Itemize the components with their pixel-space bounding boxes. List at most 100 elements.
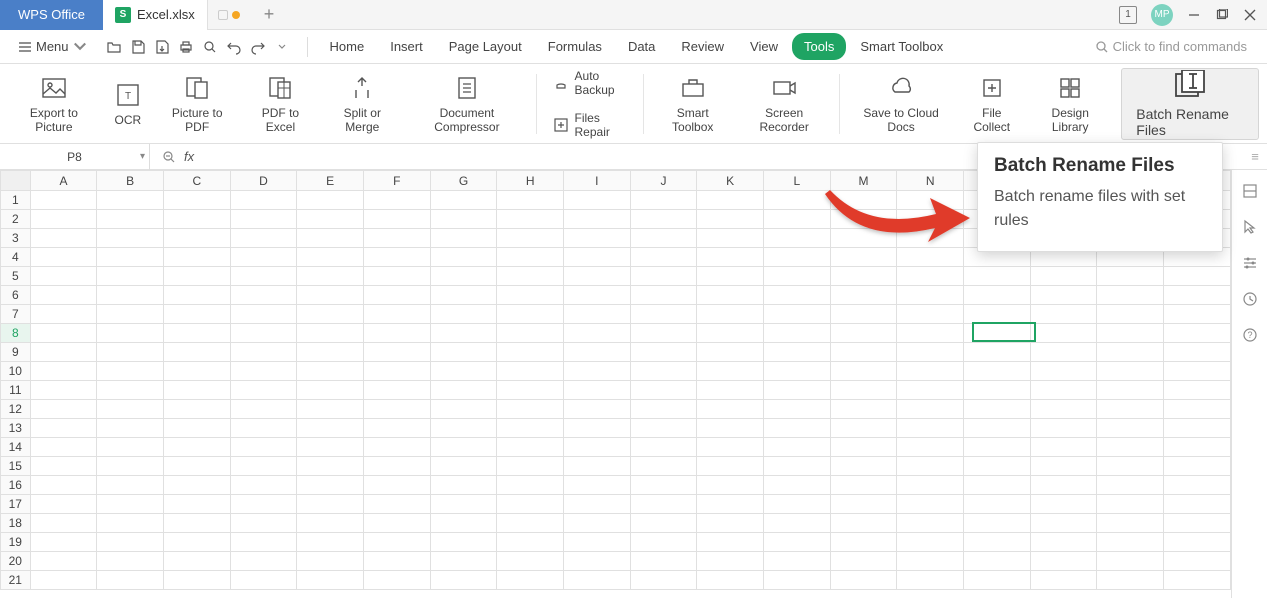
cell[interactable] — [764, 476, 831, 495]
ribbon-tab-smart-toolbox[interactable]: Smart Toolbox — [848, 33, 955, 60]
cell[interactable] — [97, 438, 164, 457]
cell[interactable] — [697, 229, 764, 248]
cell[interactable] — [1164, 476, 1231, 495]
cell[interactable] — [630, 381, 697, 400]
row-header[interactable]: 13 — [1, 419, 31, 438]
cell[interactable] — [1030, 533, 1097, 552]
cell[interactable] — [897, 267, 964, 286]
cell[interactable] — [697, 514, 764, 533]
app-tab[interactable]: WPS Office — [0, 0, 103, 30]
cell[interactable] — [630, 400, 697, 419]
cell[interactable] — [163, 419, 230, 438]
cell[interactable] — [1097, 343, 1164, 362]
history-icon[interactable] — [1241, 290, 1259, 308]
cell[interactable] — [430, 457, 497, 476]
cell[interactable] — [497, 476, 564, 495]
cell[interactable] — [30, 248, 97, 267]
row-header[interactable]: 8 — [1, 324, 31, 343]
cell[interactable] — [697, 267, 764, 286]
cell[interactable] — [1030, 324, 1097, 343]
cell[interactable] — [30, 381, 97, 400]
cell[interactable] — [964, 286, 1031, 305]
cell[interactable] — [163, 438, 230, 457]
ribbon-tab-page-layout[interactable]: Page Layout — [437, 33, 534, 60]
row-header[interactable]: 15 — [1, 457, 31, 476]
save-as-icon[interactable] — [153, 38, 171, 56]
ribbon-tab-formulas[interactable]: Formulas — [536, 33, 614, 60]
cell[interactable] — [297, 286, 364, 305]
cell[interactable] — [564, 438, 631, 457]
cell[interactable] — [1030, 457, 1097, 476]
cell[interactable] — [1097, 286, 1164, 305]
cell[interactable] — [564, 552, 631, 571]
row-header[interactable]: 16 — [1, 476, 31, 495]
cell[interactable] — [1164, 267, 1231, 286]
cell[interactable] — [30, 305, 97, 324]
cell[interactable] — [897, 191, 964, 210]
cell[interactable] — [230, 457, 297, 476]
batch-rename-files-button[interactable]: Batch Rename Files — [1121, 68, 1259, 140]
cell[interactable] — [1030, 362, 1097, 381]
cell[interactable] — [363, 191, 430, 210]
cell[interactable] — [564, 362, 631, 381]
cell[interactable] — [163, 457, 230, 476]
select-all-corner[interactable] — [1, 171, 31, 191]
cell[interactable] — [363, 552, 430, 571]
col-header[interactable]: A — [30, 171, 97, 191]
cell[interactable] — [163, 191, 230, 210]
save-icon[interactable] — [129, 38, 147, 56]
command-search[interactable]: Click to find commands — [1085, 39, 1257, 54]
cell[interactable] — [30, 571, 97, 590]
minimize-button[interactable] — [1187, 8, 1201, 22]
cell[interactable] — [97, 248, 164, 267]
cell[interactable] — [163, 343, 230, 362]
cell[interactable] — [297, 324, 364, 343]
cell[interactable] — [363, 495, 430, 514]
cell[interactable] — [497, 248, 564, 267]
ribbon-tab-home[interactable]: Home — [318, 33, 377, 60]
cell[interactable] — [564, 400, 631, 419]
redo-icon[interactable] — [249, 38, 267, 56]
cell[interactable] — [830, 571, 897, 590]
cell[interactable] — [297, 457, 364, 476]
col-header[interactable]: K — [697, 171, 764, 191]
col-header[interactable]: F — [363, 171, 430, 191]
cell[interactable] — [830, 191, 897, 210]
cell[interactable] — [363, 286, 430, 305]
cell[interactable] — [697, 286, 764, 305]
cell[interactable] — [497, 343, 564, 362]
cell[interactable] — [697, 457, 764, 476]
cell[interactable] — [1097, 476, 1164, 495]
cell[interactable] — [964, 381, 1031, 400]
cell[interactable] — [30, 533, 97, 552]
picture-to-pdf-button[interactable]: Picture to PDF — [156, 70, 239, 138]
files-repair-button[interactable]: Files Repair — [545, 107, 636, 143]
row-header[interactable]: 9 — [1, 343, 31, 362]
cell[interactable] — [764, 248, 831, 267]
cell[interactable] — [497, 419, 564, 438]
row-header[interactable]: 14 — [1, 438, 31, 457]
cell[interactable] — [363, 381, 430, 400]
cell[interactable] — [564, 191, 631, 210]
cell[interactable] — [430, 305, 497, 324]
cell[interactable] — [1164, 571, 1231, 590]
cell[interactable] — [630, 305, 697, 324]
cell[interactable] — [163, 495, 230, 514]
cell[interactable] — [363, 305, 430, 324]
cell[interactable] — [30, 210, 97, 229]
cell[interactable] — [1030, 476, 1097, 495]
cell[interactable] — [764, 324, 831, 343]
row-header[interactable]: 20 — [1, 552, 31, 571]
cell[interactable] — [1097, 514, 1164, 533]
cell[interactable] — [297, 210, 364, 229]
cell[interactable] — [30, 495, 97, 514]
cell[interactable] — [430, 495, 497, 514]
cell[interactable] — [230, 533, 297, 552]
cell[interactable] — [1164, 533, 1231, 552]
cell[interactable] — [297, 476, 364, 495]
cell[interactable] — [964, 362, 1031, 381]
screen-recorder-button[interactable]: Screen Recorder — [737, 70, 831, 138]
cell[interactable] — [630, 267, 697, 286]
col-header[interactable]: I — [564, 171, 631, 191]
cell[interactable] — [564, 286, 631, 305]
